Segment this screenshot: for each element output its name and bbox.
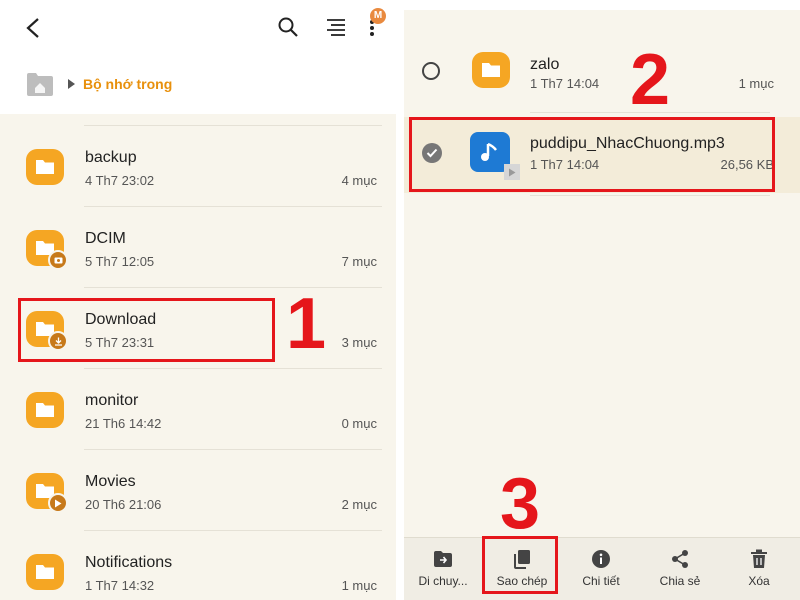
list-item-partial xyxy=(0,114,396,126)
select-radio[interactable] xyxy=(422,62,440,80)
share-button[interactable]: Chia sẻ xyxy=(641,538,719,600)
folder-icon xyxy=(472,52,510,88)
list-item[interactable]: monitor 21 Th6 14:42 0 mục xyxy=(0,370,396,450)
folder-date: 20 Th6 21:06 xyxy=(85,497,162,512)
details-button[interactable]: Chi tiết xyxy=(562,538,640,600)
back-icon[interactable] xyxy=(20,14,48,42)
folder-name: DCIM xyxy=(85,230,126,247)
share-icon xyxy=(670,548,690,570)
folder-date: 21 Th6 14:42 xyxy=(85,416,162,431)
folder-count: 4 mục xyxy=(341,173,377,188)
top-bar-edge xyxy=(404,0,800,10)
bottom-toolbar: Di chuy... Sao chép Chi tiết Chia sẻ Xóa xyxy=(404,537,800,600)
highlight-box-download xyxy=(18,298,275,362)
folder-name: Movies xyxy=(85,473,136,490)
folder-date: 5 Th7 12:05 xyxy=(85,254,155,269)
folder-count: 1 mục xyxy=(341,578,377,593)
delete-button[interactable]: Xóa xyxy=(720,538,798,600)
move-label: Di chuy... xyxy=(418,574,468,588)
left-panel: M Bộ nhớ trong backup 4 Th7 23:02 4 mục xyxy=(0,0,396,600)
breadcrumb-label[interactable]: Bộ nhớ trong xyxy=(83,76,172,92)
list-item[interactable]: Notifications 1 Th7 14:32 1 mục xyxy=(0,532,396,600)
right-panel: zalo 1 Th7 14:04 1 mục puddipu_NhacChuon… xyxy=(404,0,800,600)
folder-date: 4 Th7 23:02 xyxy=(85,173,155,188)
info-icon xyxy=(591,548,611,570)
list-item[interactable]: Movies 20 Th6 21:06 2 mục xyxy=(0,451,396,531)
storage-home-icon[interactable] xyxy=(26,71,54,97)
list-item[interactable]: backup 4 Th7 23:02 4 mục xyxy=(0,127,396,207)
notification-badge: M xyxy=(370,8,386,24)
details-label: Chi tiết xyxy=(582,574,620,588)
folder-date: 1 Th7 14:32 xyxy=(85,578,155,593)
highlight-box-mp3 xyxy=(409,117,775,192)
step-number-2: 2 xyxy=(630,40,671,120)
delete-label: Xóa xyxy=(748,574,770,588)
list-item[interactable]: DCIM 5 Th7 12:05 7 mục xyxy=(0,208,396,288)
trash-icon xyxy=(750,548,768,570)
folder-name: monitor xyxy=(85,392,139,409)
move-icon xyxy=(433,548,453,570)
camera-icon xyxy=(48,250,68,270)
folder-name: backup xyxy=(85,149,137,166)
item-count: 1 mục xyxy=(738,76,774,91)
folder-icon xyxy=(26,473,68,513)
item-name: zalo xyxy=(530,56,560,73)
share-label: Chia sẻ xyxy=(659,574,701,588)
folder-icon xyxy=(26,392,64,428)
folder-icon xyxy=(26,149,64,185)
folder-count: 2 mục xyxy=(341,497,377,512)
sort-icon[interactable] xyxy=(322,13,350,41)
panel-divider xyxy=(396,0,404,600)
highlight-box-copy xyxy=(482,536,558,594)
top-app-bar: M Bộ nhớ trong xyxy=(0,0,396,114)
breadcrumb[interactable]: Bộ nhớ trong xyxy=(26,68,172,100)
folder-count: 3 mục xyxy=(341,335,377,350)
search-icon[interactable] xyxy=(274,13,302,41)
folder-name: Notifications xyxy=(85,554,173,571)
step-number-3: 3 xyxy=(500,464,541,544)
item-date: 1 Th7 14:04 xyxy=(530,76,600,91)
folder-count: 0 mục xyxy=(341,416,377,431)
folder-icon xyxy=(26,554,64,590)
folder-icon xyxy=(26,230,68,270)
folder-count: 7 mục xyxy=(341,254,377,269)
breadcrumb-arrow-icon xyxy=(68,79,75,89)
play-icon xyxy=(48,493,68,513)
move-button[interactable]: Di chuy... xyxy=(404,538,482,600)
step-number-1: 1 xyxy=(286,284,327,364)
